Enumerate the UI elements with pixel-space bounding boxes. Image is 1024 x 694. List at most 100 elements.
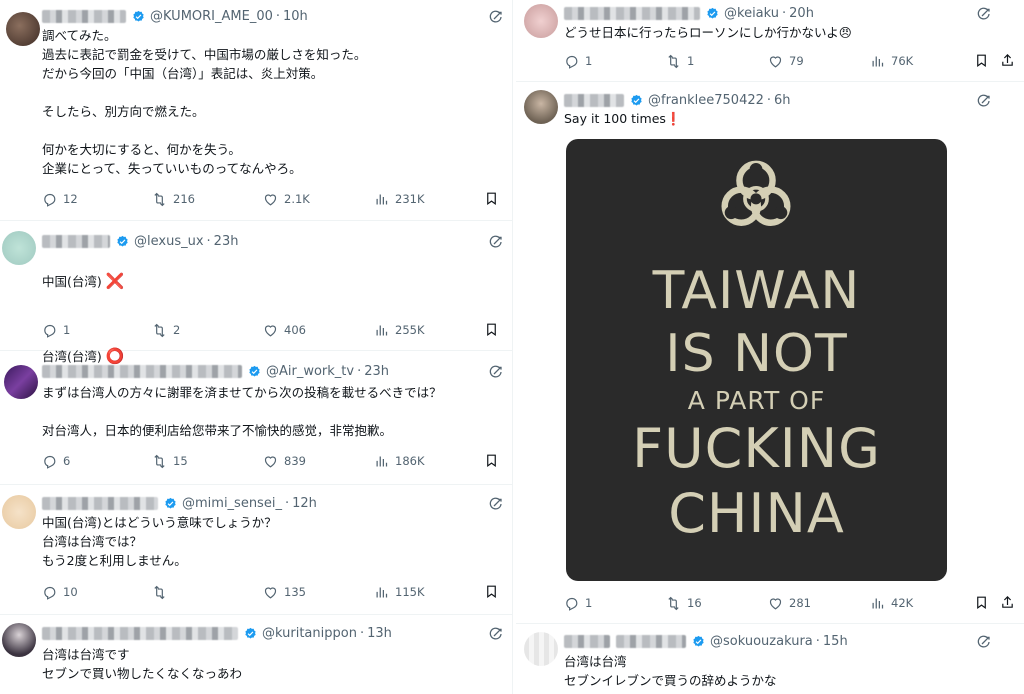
avatar[interactable] (4, 365, 38, 399)
avatar[interactable] (2, 623, 36, 657)
views-button[interactable]: 255K (374, 323, 425, 338)
biohazard-icon (721, 160, 791, 226)
timestamp[interactable]: 15h (823, 634, 848, 649)
reply-button[interactable]: 1 (564, 596, 592, 611)
repost-button[interactable]: 16 (666, 596, 702, 611)
tweet-kumori[interactable]: @KUMORI_AME_00 · 10h 調べてみた。 過去に表記で罰金を受けて… (0, 0, 512, 221)
display-name-blurred[interactable] (564, 93, 624, 107)
views-button[interactable]: 186K (374, 454, 425, 469)
user-handle[interactable]: @sokuouzakura (710, 634, 813, 649)
user-handle[interactable]: @mimi_sensei_ (182, 496, 282, 511)
tweet-franklee[interactable]: @franklee750422 · 6h Say it 100 times❗ T… (516, 82, 1024, 624)
display-name-blurred[interactable] (42, 364, 242, 378)
avatar[interactable] (524, 632, 558, 666)
grok-icon[interactable] (488, 9, 504, 25)
tweet-lexus[interactable]: @lexus_ux · 23h 中国(台湾) ❌ 台湾(台湾) ⭕ 1 2 40… (0, 221, 512, 365)
display-name-blurred[interactable] (616, 634, 686, 648)
grok-icon[interactable] (976, 634, 992, 650)
reply-button[interactable]: 12 (42, 192, 78, 207)
user-handle[interactable]: @lexus_ux (134, 234, 204, 249)
display-name-blurred[interactable] (42, 626, 238, 640)
cross-mark-icon: ❌ (105, 272, 125, 290)
timestamp[interactable]: 13h (367, 626, 392, 641)
grok-icon[interactable] (488, 496, 504, 512)
grok-icon[interactable] (488, 626, 504, 642)
tweet-mimi[interactable]: @mimi_sensei_ · 12h 中国(台湾)とはどういう意味でしょうか？… (0, 485, 512, 615)
tweet-kuritanippon[interactable]: @kuritanippon · 13h 台湾は台湾です セブンで買い物したくなく… (0, 615, 512, 694)
view-count: 186K (395, 454, 425, 468)
repost-button[interactable]: 2 (152, 323, 180, 338)
grok-icon[interactable] (976, 6, 992, 22)
timestamp[interactable]: 23h (214, 234, 239, 249)
timestamp[interactable]: 23h (364, 364, 389, 379)
grok-icon[interactable] (488, 234, 504, 250)
like-button[interactable]: 2.1K (263, 192, 310, 207)
timestamp[interactable]: 6h (774, 93, 791, 108)
repost-icon (152, 585, 167, 600)
bookmark-button[interactable] (974, 595, 989, 613)
views-icon (870, 54, 885, 69)
views-button[interactable]: 115K (374, 585, 425, 600)
repost-button[interactable]: 1 (666, 54, 694, 69)
user-handle[interactable]: @keiaku (724, 6, 779, 21)
views-icon (374, 454, 389, 469)
like-button[interactable]: 79 (768, 54, 804, 69)
grok-icon[interactable] (488, 364, 504, 380)
user-handle[interactable]: @KUMORI_AME_00 (150, 9, 273, 24)
display-name-blurred[interactable] (564, 634, 610, 648)
user-handle[interactable]: @kuritanippon (262, 626, 357, 641)
repost-icon (152, 323, 167, 338)
repost-button[interactable]: 216 (152, 192, 195, 207)
like-button[interactable]: 406 (263, 323, 306, 338)
reply-button[interactable]: 1 (564, 54, 592, 69)
tweet-image-poster[interactable]: TAIWAN IS NOT A PART OF FUCKING CHINA (566, 139, 947, 581)
bookmark-button[interactable] (974, 53, 989, 71)
share-button[interactable] (1000, 595, 1015, 613)
grok-icon[interactable] (976, 93, 992, 109)
tweet-actions: 1 1 79 76K (564, 52, 1014, 70)
avatar[interactable] (2, 495, 36, 529)
views-button[interactable]: 42K (870, 596, 913, 611)
user-handle[interactable]: @Air_work_tv (266, 364, 354, 379)
timestamp[interactable]: 20h (789, 6, 814, 21)
avatar[interactable] (524, 4, 558, 38)
display-name-blurred[interactable] (564, 6, 700, 20)
tweet-text: 台湾は台湾です セブンで買い物したくなくなっあわ (42, 647, 243, 681)
display-name-blurred[interactable] (42, 234, 110, 248)
timestamp[interactable]: 12h (292, 496, 317, 511)
reply-button[interactable]: 10 (42, 585, 78, 600)
reply-button[interactable]: 6 (42, 454, 70, 469)
tweet-header: @mimi_sensei_ · 12h (42, 493, 317, 513)
repost-button[interactable]: 15 (152, 454, 188, 469)
right-timeline: @keiaku · 20h どうせ日本に行ったらローソンにしか行かないよ😠 1 … (516, 0, 1024, 694)
tweet-actions: 12 216 2.1K 231K (42, 190, 502, 208)
views-button[interactable]: 231K (374, 192, 425, 207)
tweet-sokuouzakura[interactable]: @sokuouzakura · 15h 台湾は台湾 セブンイレブンで買うの辞めよ… (516, 624, 1024, 694)
like-button[interactable]: 281 (768, 596, 811, 611)
avatar[interactable] (2, 231, 36, 265)
bookmark-icon (484, 453, 499, 468)
poster-line-5: CHINA (668, 482, 845, 545)
bookmark-button[interactable] (484, 191, 499, 209)
heart-icon (263, 585, 278, 600)
like-button[interactable]: 135 (263, 585, 306, 600)
avatar[interactable] (6, 12, 40, 46)
bookmark-button[interactable] (484, 453, 499, 471)
bookmark-button[interactable] (484, 584, 499, 602)
avatar[interactable] (524, 90, 558, 124)
views-button[interactable]: 76K (870, 54, 913, 69)
reply-button[interactable]: 1 (42, 323, 70, 338)
timestamp[interactable]: 10h (283, 9, 308, 24)
tweet-header: @Air_work_tv · 23h (42, 361, 389, 381)
like-button[interactable]: 839 (263, 454, 306, 469)
bookmark-icon (484, 322, 499, 337)
tweet-keiaku[interactable]: @keiaku · 20h どうせ日本に行ったらローソンにしか行かないよ😠 1 … (516, 0, 1024, 82)
tweet-air-work[interactable]: @Air_work_tv · 23h まずは台湾人の方々に謝罪を済ませてから次の… (0, 351, 512, 485)
verified-badge-icon (132, 10, 145, 23)
display-name-blurred[interactable] (42, 9, 126, 23)
bookmark-button[interactable] (484, 322, 499, 340)
share-button[interactable] (1000, 53, 1015, 71)
repost-button[interactable] (152, 585, 173, 600)
display-name-blurred[interactable] (42, 496, 158, 510)
user-handle[interactable]: @franklee750422 (648, 93, 764, 108)
